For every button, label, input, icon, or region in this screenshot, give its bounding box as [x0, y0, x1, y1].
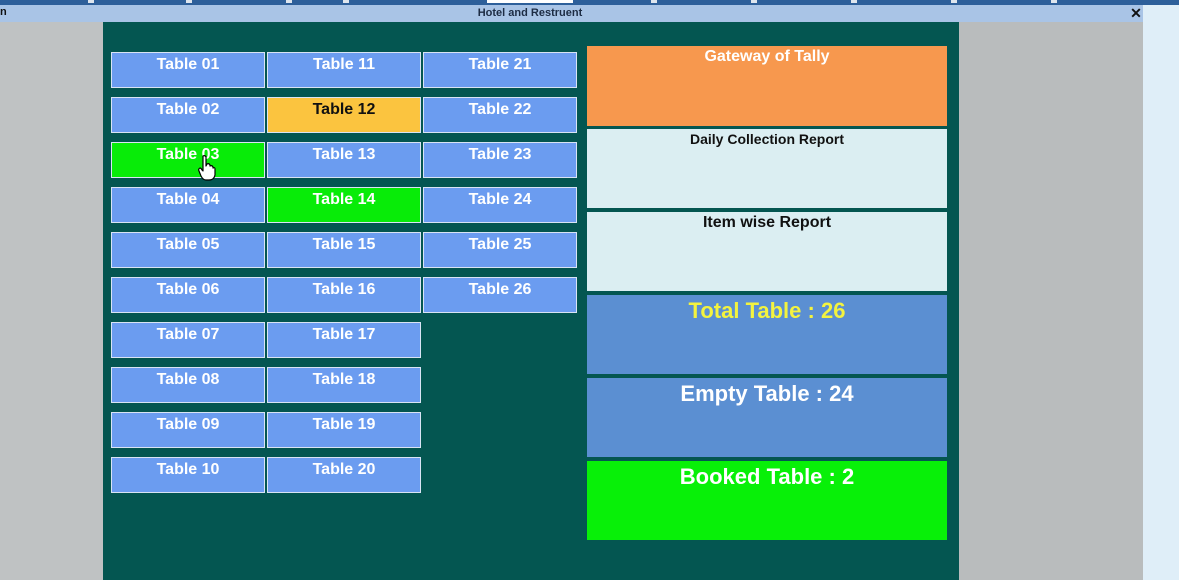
table-button-table-18[interactable]: Table 18	[267, 367, 421, 403]
window-title: Hotel and Restruent	[477, 7, 583, 19]
daily-collection-label: Daily Collection Report	[689, 131, 845, 147]
table-button-table-13[interactable]: Table 13	[267, 142, 421, 178]
right-gutter	[1143, 5, 1179, 580]
table-button-table-14[interactable]: Table 14	[267, 187, 421, 223]
table-button-table-12[interactable]: Table 12	[267, 97, 421, 133]
left-margin	[0, 22, 103, 580]
table-button-table-02[interactable]: Table 02	[111, 97, 265, 133]
table-button-table-07[interactable]: Table 07	[111, 322, 265, 358]
gateway-label: Gateway of Tally	[704, 48, 830, 65]
table-button-table-25[interactable]: Table 25	[423, 232, 577, 268]
window-titlebar: n Hotel and Restruent ✕	[0, 5, 1143, 23]
table-button-table-06[interactable]: Table 06	[111, 277, 265, 313]
daily-collection-report-button[interactable]: Daily Collection Report	[587, 129, 947, 208]
table-button-table-01[interactable]: Table 01	[111, 52, 265, 88]
table-button-table-22[interactable]: Table 22	[423, 97, 577, 133]
empty-table-label: Empty Table : 24	[680, 381, 854, 406]
close-icon[interactable]: ✕	[1129, 5, 1143, 22]
table-button-table-04[interactable]: Table 04	[111, 187, 265, 223]
item-wise-label: Item wise Report	[702, 214, 832, 231]
booked-table-label: Booked Table : 2	[679, 464, 855, 489]
right-margin	[959, 22, 1143, 580]
table-button-table-08[interactable]: Table 08	[111, 367, 265, 403]
table-button-table-19[interactable]: Table 19	[267, 412, 421, 448]
table-button-table-15[interactable]: Table 15	[267, 232, 421, 268]
empty-table-panel: Empty Table : 24	[587, 378, 947, 457]
table-button-table-05[interactable]: Table 05	[111, 232, 265, 268]
table-button-table-17[interactable]: Table 17	[267, 322, 421, 358]
table-button-table-09[interactable]: Table 09	[111, 412, 265, 448]
table-button-table-11[interactable]: Table 11	[267, 52, 421, 88]
item-wise-report-button[interactable]: Item wise Report	[587, 212, 947, 291]
table-button-table-16[interactable]: Table 16	[267, 277, 421, 313]
table-button-table-24[interactable]: Table 24	[423, 187, 577, 223]
total-table-panel: Total Table : 26	[587, 295, 947, 374]
booked-table-panel: Booked Table : 2	[587, 461, 947, 540]
table-button-table-20[interactable]: Table 20	[267, 457, 421, 493]
table-button-table-21[interactable]: Table 21	[423, 52, 577, 88]
total-table-label: Total Table : 26	[688, 298, 846, 323]
main-panel: Table 01 Table 02 Table 03 Table 04 Table 05…	[103, 22, 959, 580]
table-button-table-10[interactable]: Table 10	[111, 457, 265, 493]
table-button-table-03[interactable]: Table 03	[111, 142, 265, 178]
table-button-table-23[interactable]: Table 23	[423, 142, 577, 178]
gateway-of-tally-button[interactable]: Gateway of Tally	[587, 46, 947, 126]
table-button-table-26[interactable]: Table 26	[423, 277, 577, 313]
